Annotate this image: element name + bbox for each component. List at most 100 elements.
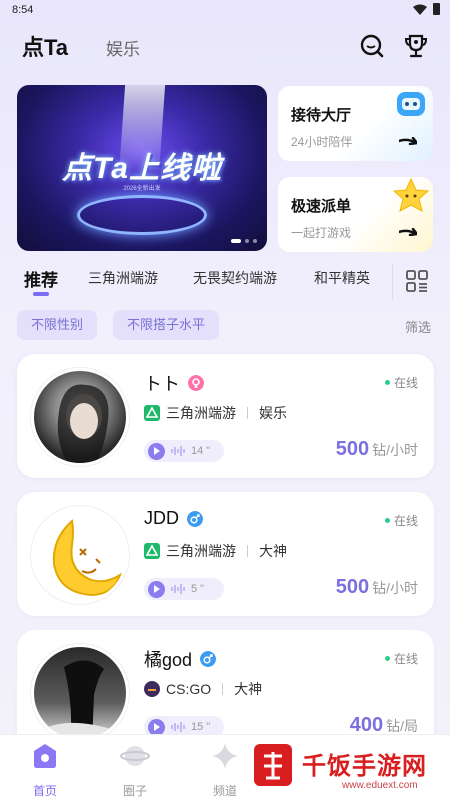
avatar <box>31 644 129 742</box>
play-icon[interactable] <box>148 718 165 736</box>
quick-order-card[interactable]: 极速派单 一起打游戏 <box>278 177 433 252</box>
user-name-row: トト <box>144 370 204 396</box>
arrow-right-icon <box>399 137 417 145</box>
category-tabs: 推荐 三角洲端游 无畏契约端游 和平精英 <box>0 264 450 304</box>
banner-pagination <box>231 239 257 243</box>
delta-force-icon <box>144 543 160 559</box>
banner-stage-ring <box>77 195 207 235</box>
quick-order-subtitle: 一起打游戏 <box>291 226 352 240</box>
online-dot <box>384 518 390 523</box>
skill-filter-chip[interactable]: 不限搭子水平 <box>113 310 220 340</box>
online-label: 在线 <box>393 514 418 528</box>
reception-hall-title: 接待大厅 <box>291 107 352 124</box>
price: 500 钻/小时 <box>336 438 418 461</box>
wifi-icon <box>413 4 427 15</box>
online-label: 在线 <box>393 376 418 390</box>
user-name-row: JDD <box>144 508 203 529</box>
tab-entertainment[interactable]: 娱乐 <box>106 35 140 60</box>
reception-hall-card[interactable]: 接待大厅 24小时陪伴 <box>278 86 433 161</box>
user-name-row: 橘god <box>144 646 217 672</box>
watermark-text: 千饭手游网 <box>302 753 427 780</box>
user-name: トト <box>144 374 180 394</box>
voice-intro[interactable]: 5 " <box>144 578 224 600</box>
banner-dot <box>245 239 249 243</box>
user-name: JDD <box>144 508 179 528</box>
banner-title: 点Ta上线啦 <box>62 152 222 185</box>
banner-subtitle: 2026全新出发 <box>123 186 161 192</box>
nav-circle-label: 圈子 <box>122 784 147 798</box>
header: 点Ta 娱乐 <box>0 26 450 66</box>
promo-banner[interactable]: 点Ta上线啦 2026全新出发 <box>17 85 267 251</box>
user-card[interactable]: JDD 在线 三角洲端游 大神 5 " 500 钻/小时 <box>17 492 434 616</box>
sound-wave-icon <box>171 446 185 456</box>
game-info: CS:GO 大神 <box>144 679 262 699</box>
status-bar: 8:54 <box>0 0 450 22</box>
online-status: 在线 <box>384 374 418 391</box>
price-value: 500 <box>335 438 370 460</box>
user-tag: 大神 <box>234 681 263 697</box>
user-name: 橘god <box>144 650 193 670</box>
tab-peace-elite[interactable]: 和平精英 <box>314 268 370 288</box>
voice-intro[interactable]: 14 " <box>144 440 224 462</box>
play-icon[interactable] <box>148 442 165 460</box>
separator <box>247 545 248 557</box>
price-value: 500 <box>335 576 370 598</box>
online-dot <box>384 380 390 385</box>
user-tag: 大神 <box>259 543 287 559</box>
voice-duration: 14 " <box>191 445 211 457</box>
avatar <box>31 368 129 466</box>
banner-dot-active <box>231 239 241 243</box>
game-name: CS:GO <box>166 681 212 697</box>
home-icon <box>34 744 56 768</box>
voice-duration: 15 " <box>191 721 211 733</box>
battery-icon <box>433 3 440 15</box>
search-icon[interactable] <box>358 32 386 60</box>
female-badge-icon <box>188 375 204 391</box>
play-icon[interactable] <box>148 580 165 598</box>
user-tag: 娱乐 <box>259 405 287 421</box>
separator <box>222 683 224 695</box>
delta-force-icon <box>144 405 160 421</box>
separator <box>247 407 248 419</box>
sparkle-icon <box>212 743 238 769</box>
grid-menu-icon[interactable] <box>405 269 429 293</box>
quick-order-title: 极速派单 <box>291 198 352 215</box>
tabs-divider <box>392 264 393 300</box>
status-time: 8:54 <box>12 4 34 16</box>
voice-duration: 5 " <box>191 583 205 595</box>
watermark: 千饭手游网 www.eduext.com <box>250 740 450 800</box>
filter-button[interactable]: 筛选 <box>405 317 431 336</box>
user-card[interactable]: トト 在线 三角洲端游 娱乐 14 " 500 钻/小时 <box>17 354 434 478</box>
active-tab-indicator <box>33 292 49 296</box>
game-name: 三角洲端游 <box>166 543 236 559</box>
nav-circle[interactable]: 圈子 <box>100 741 170 799</box>
app-logo: 点Ta <box>22 35 69 60</box>
game-info: 三角洲端游 大神 <box>144 541 287 561</box>
online-label: 在线 <box>393 652 418 666</box>
watermark-url: www.eduext.com <box>342 780 418 791</box>
avatar <box>31 506 129 604</box>
tab-valorant-pc[interactable]: 无畏契约端游 <box>193 268 277 288</box>
nav-home[interactable]: 首页 <box>10 741 80 799</box>
arrow-right-icon <box>399 228 417 236</box>
sound-wave-icon <box>171 584 185 594</box>
price-unit: 钻/小时 <box>372 580 418 596</box>
male-badge-icon <box>187 510 203 527</box>
tab-recommended[interactable]: 推荐 <box>24 266 58 291</box>
price-unit: 钻/局 <box>386 718 418 734</box>
watermark-logo-icon <box>254 744 292 786</box>
chat-bot-icon <box>397 92 425 116</box>
online-status: 在线 <box>384 512 418 529</box>
price: 500 钻/小时 <box>336 576 418 599</box>
filter-bar: 不限性别 不限搭子水平 筛选 <box>0 310 450 340</box>
banner-dot <box>253 239 257 243</box>
tab-delta-force-pc[interactable]: 三角洲端游 <box>88 268 158 288</box>
price-unit: 钻/小时 <box>372 442 418 458</box>
reception-hall-subtitle: 24小时陪伴 <box>291 135 353 149</box>
trophy-icon[interactable] <box>402 32 430 60</box>
gender-filter-chip[interactable]: 不限性别 <box>17 310 98 340</box>
status-icons <box>413 3 440 15</box>
male-badge-icon <box>200 651 217 667</box>
sound-wave-icon <box>171 722 185 732</box>
star-mascot-icon <box>392 177 430 212</box>
